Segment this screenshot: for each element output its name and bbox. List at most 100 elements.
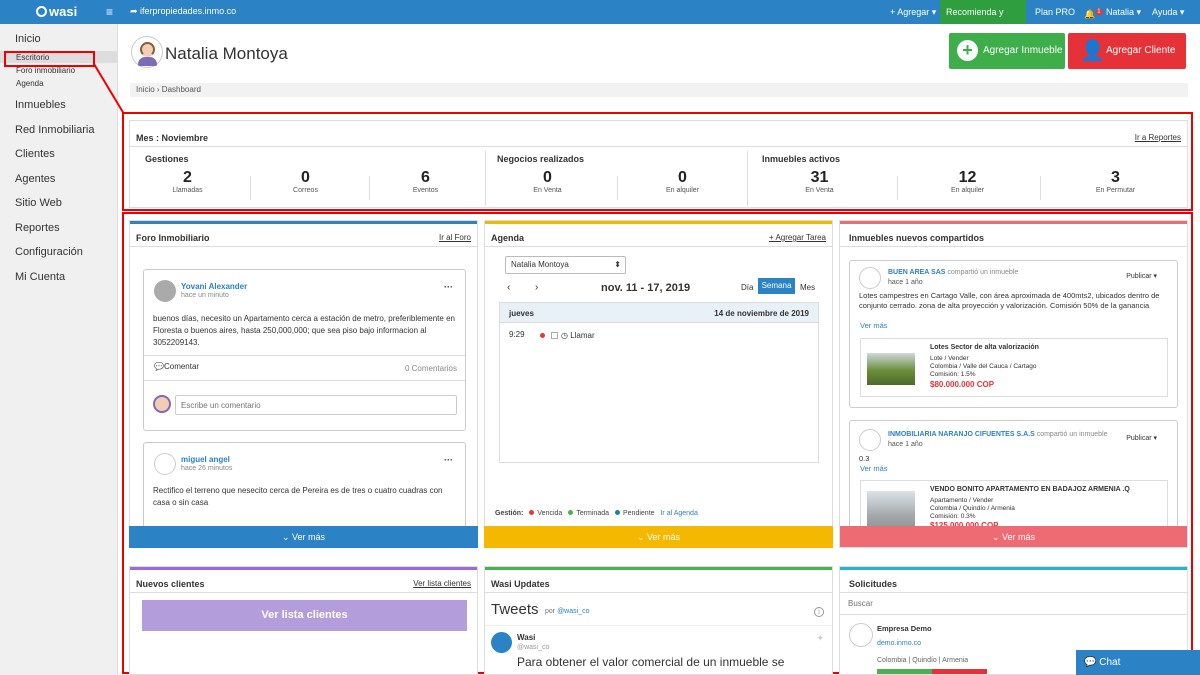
- stat-llamadas: 2 Llamadas: [172, 169, 203, 194]
- property-card[interactable]: Lotes Sector de alta valorización Lote /…: [860, 338, 1168, 397]
- tweets-title: Tweets: [491, 601, 539, 618]
- checkbox-icon: [551, 332, 558, 339]
- forum-post: miguel angel hace 26 minutos ··· Rectifi…: [143, 442, 466, 532]
- tweet-user[interactable]: Wasi: [517, 633, 535, 642]
- agenda-link[interactable]: Ir al Agenda: [660, 510, 697, 517]
- agency-name[interactable]: BUEN AREA SAS: [888, 269, 945, 276]
- chevron-down-icon: ⌄: [991, 532, 1003, 542]
- agenda-title: Agenda: [491, 233, 525, 243]
- calendar-view: jueves 14 de noviembre de 2019 9:29 ◷ Ll…: [499, 302, 819, 463]
- see-more-link[interactable]: Ver más: [860, 321, 888, 330]
- avatar: [153, 395, 171, 413]
- breadcrumb-dashboard: Dashboard: [161, 85, 201, 94]
- see-more-link[interactable]: Ver más: [860, 464, 888, 473]
- agenda-see-more-button[interactable]: ⌄ Ver más: [484, 526, 833, 548]
- agenda-card: Agenda + Agregar Tarea Natalia Montoya ⬍ …: [484, 220, 833, 548]
- prev-week-icon[interactable]: ‹: [507, 282, 510, 293]
- select-arrows-icon: ⬍: [614, 260, 621, 269]
- stat-eventos: 6 Eventos: [412, 169, 439, 194]
- stat-activos-venta: 31 En Venta: [805, 169, 834, 194]
- avatar: [154, 280, 176, 302]
- event-time: 9:29: [509, 330, 525, 339]
- updates-title: Wasi Updates: [491, 579, 550, 589]
- requests-search-input[interactable]: [840, 593, 1187, 615]
- month-title: Mes : Noviembre: [136, 133, 209, 143]
- chevron-down-icon: ⌄: [281, 532, 293, 542]
- activos-label: Inmuebles activos: [762, 154, 841, 164]
- stat-negocios-alquiler: 0 En alquiler: [665, 169, 700, 194]
- view-month-button[interactable]: Mes: [800, 283, 815, 292]
- foro-link[interactable]: Ir al Foro: [439, 233, 471, 242]
- month-summary-card: Mes : Noviembre Ir a Reportes Gestiones …: [129, 120, 1188, 208]
- view-week-button[interactable]: Semana: [758, 278, 795, 294]
- tweet-text: Para obtener el valor comercial de un in…: [517, 655, 785, 669]
- post-text: buenos días, necesito un Apartamento cer…: [153, 314, 455, 347]
- add-user-icon: 👤: [1080, 40, 1105, 62]
- view-day-button[interactable]: Día: [741, 283, 753, 292]
- publish-dropdown[interactable]: Publicar ▾: [1126, 272, 1157, 280]
- add-task-link[interactable]: + Agregar Tarea: [769, 233, 826, 242]
- agency-name[interactable]: INMOBILIARIA NARANJO CIFUENTES S.A.S: [888, 431, 1035, 438]
- publish-dropdown[interactable]: Publicar ▾: [1126, 434, 1157, 442]
- tweet-handle: @wasi_co: [517, 644, 550, 651]
- foro-title: Foro Inmobiliario: [136, 233, 210, 243]
- breadcrumb-inicio[interactable]: Inicio: [136, 85, 155, 94]
- property-image: [867, 353, 915, 385]
- post-author[interactable]: Yovani Alexander: [181, 282, 247, 291]
- company-logo: [849, 623, 873, 647]
- reports-link[interactable]: Ir a Reportes: [1135, 133, 1181, 142]
- post-author[interactable]: miguel angel: [181, 455, 230, 464]
- post-time: hace 26 minutos: [181, 465, 233, 472]
- more-options-icon[interactable]: ···: [444, 282, 453, 292]
- calendar-day-header: jueves 14 de noviembre de 2019: [500, 303, 818, 323]
- avatar[interactable]: [131, 36, 163, 68]
- shared-properties-card: Inmuebles nuevos compartidos BUEN AREA S…: [839, 220, 1188, 548]
- agency-logo: [859, 429, 881, 451]
- post-time: hace un minuto: [181, 292, 229, 299]
- company-name: Empresa Demo: [877, 624, 932, 633]
- post-text: Rectifico el terreno que nesecito cerca …: [153, 486, 443, 507]
- comment-icon: 💬: [154, 362, 164, 371]
- foro-card: Foro Inmobiliario Ir al Foro Yovani Alex…: [129, 220, 478, 548]
- calendar-event[interactable]: ◷ Llamar: [540, 331, 595, 340]
- more-options-icon[interactable]: ···: [444, 455, 453, 465]
- avatar: [154, 453, 176, 475]
- comment-button[interactable]: 💬Comentar: [154, 362, 199, 371]
- plus-circle-icon: +: [957, 40, 978, 61]
- shared-title: Inmuebles nuevos compartidos: [849, 233, 985, 243]
- shared-item: BUEN AREA SAS compartió un inmueble hace…: [849, 260, 1178, 408]
- chat-button[interactable]: 💬 Chat: [1076, 650, 1200, 675]
- clients-list-button[interactable]: Ver lista clientes: [142, 600, 467, 631]
- shared-description: Lotes campestres en Cartago Valle, con á…: [859, 291, 1160, 310]
- comment-count[interactable]: 0 Comentarios: [405, 364, 457, 373]
- stat-negocios-venta: 0 En Venta: [533, 169, 562, 194]
- negocios-label: Negocios realizados: [497, 154, 585, 164]
- stat-activos-alquiler: 12 En alquiler: [950, 169, 985, 194]
- chat-bubble-icon: 💬: [1084, 657, 1100, 668]
- twitter-handle-link[interactable]: @wasi_co: [557, 608, 589, 615]
- clock-icon: ◷: [561, 331, 571, 340]
- wasi-avatar: [491, 632, 512, 653]
- next-week-icon[interactable]: ›: [535, 282, 538, 293]
- agenda-legend: Gestión: Vencida Terminada Pendiente Ir al …: [495, 510, 698, 517]
- shared-time: hace 1 año: [888, 279, 923, 286]
- company-site-link[interactable]: demo.inmo.co: [877, 640, 921, 647]
- clients-list-link[interactable]: Ver lista clientes: [413, 579, 471, 588]
- company-location: Colombia | Quindío | Armenia: [877, 657, 969, 664]
- new-clients-card: Nuevos clientes Ver lista clientes Ver l…: [129, 566, 478, 675]
- add-client-button[interactable]: 👤 Agregar Cliente: [1068, 33, 1186, 69]
- forum-post: Yovani Alexander hace un minuto ··· buen…: [143, 269, 466, 431]
- shared-description: 0.3: [859, 454, 870, 463]
- add-property-button[interactable]: + Agregar Inmueble: [949, 33, 1065, 69]
- info-icon[interactable]: i: [814, 607, 824, 617]
- shared-see-more-button[interactable]: ⌄ Ver más: [840, 526, 1187, 547]
- shared-time: hace 1 año: [888, 441, 923, 448]
- foro-see-more-button[interactable]: ⌄ Ver más: [129, 526, 478, 548]
- comment-input[interactable]: [175, 395, 457, 415]
- page-title: Natalia Montoya: [165, 44, 288, 63]
- date-range: nov. 11 - 17, 2019: [601, 282, 691, 294]
- chevron-down-icon: ⌄: [636, 532, 648, 542]
- request-status-bar: [877, 669, 987, 674]
- stat-correos: 0 Correos: [293, 169, 318, 194]
- agent-select[interactable]: Natalia Montoya ⬍: [505, 256, 626, 274]
